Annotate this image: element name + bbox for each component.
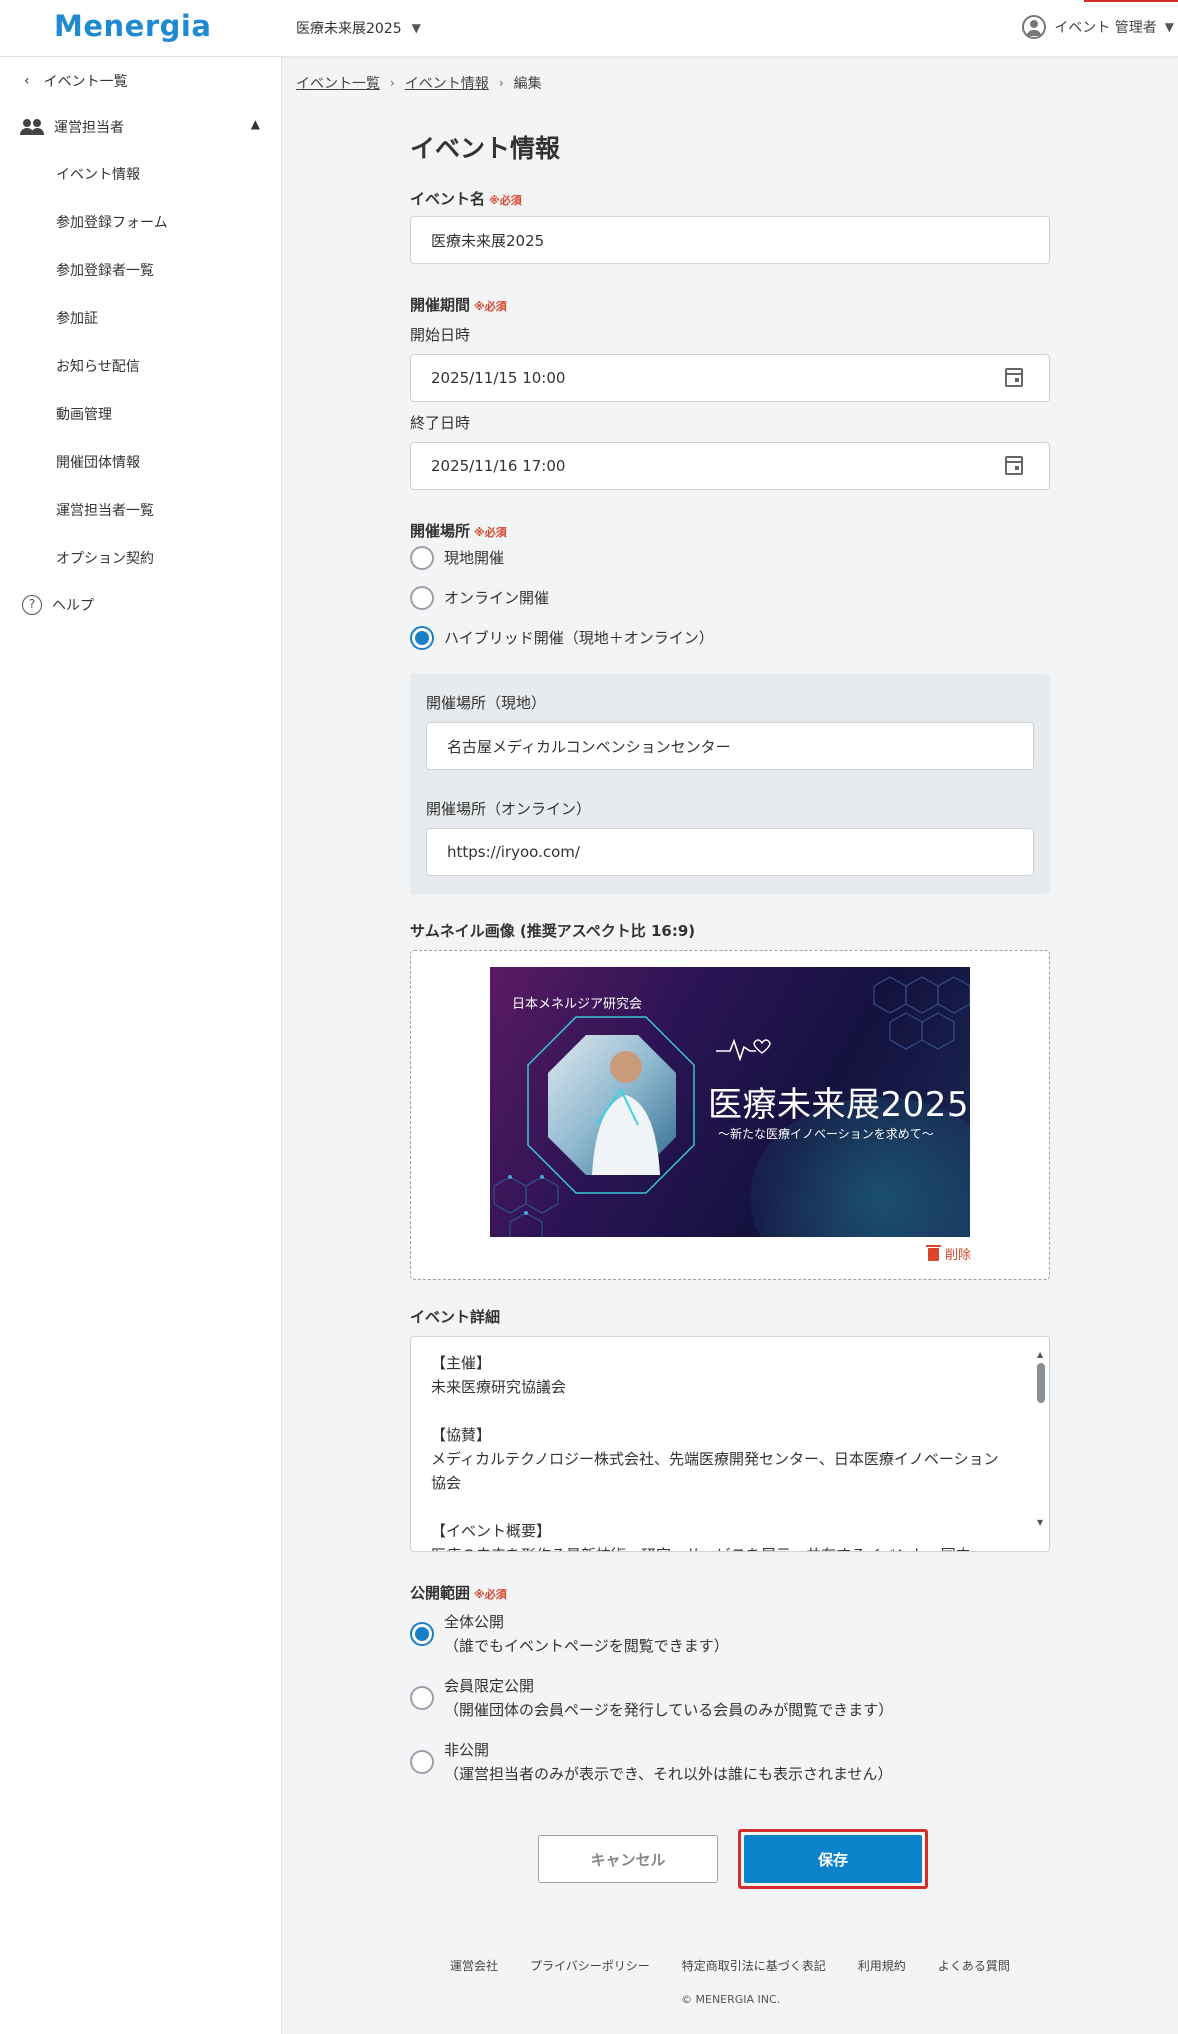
sidebar-item-registrants[interactable]: 参加登録者一覧 bbox=[56, 261, 168, 309]
delete-thumbnail-button[interactable]: 削除 bbox=[925, 1244, 971, 1263]
venue-label: 開催場所 ※必須 bbox=[410, 522, 507, 540]
sidebar-back-label: イベント一覧 bbox=[43, 74, 128, 90]
required-mark: ※必須 bbox=[474, 1588, 507, 1601]
event-name-label: イベント名 ※必須 bbox=[410, 190, 522, 208]
user-avatar-icon bbox=[1022, 15, 1047, 39]
sidebar-item-videos[interactable]: 動画管理 bbox=[56, 405, 168, 453]
required-mark: ※必須 bbox=[489, 194, 522, 207]
scroll-thumb[interactable] bbox=[1037, 1363, 1045, 1403]
sidebar-menu: イベント情報 参加登録フォーム 参加登録者一覧 参加証 お知らせ配信 動画管理 … bbox=[56, 165, 168, 597]
sidebar-item-pass[interactable]: 参加証 bbox=[56, 309, 168, 357]
help-icon: ? bbox=[22, 595, 42, 615]
sidebar-back-link[interactable]: ‹ イベント一覧 bbox=[24, 71, 128, 91]
footer-link-company[interactable]: 運営会社 bbox=[450, 1957, 498, 1974]
thumbnail-image: 日本メネルジア研究会 医療未来展2025 〜新たな医療イノベーションを求めて〜 bbox=[490, 967, 970, 1237]
chevron-right-icon: › bbox=[390, 76, 395, 90]
caret-down-icon: ▼ bbox=[1164, 20, 1174, 34]
visibility-option-private[interactable]: 非公開 （運営担当者のみが表示でき、それ以外は誰にも表示されません） bbox=[410, 1738, 893, 1786]
radio-button[interactable] bbox=[410, 586, 434, 610]
thumbnail-org: 日本メネルジア研究会 bbox=[512, 997, 643, 1012]
save-button-highlight: 保存 bbox=[738, 1829, 928, 1889]
user-name: イベント 管理者 bbox=[1054, 20, 1157, 36]
end-datetime-value: 2025/11/16 17:00 bbox=[431, 457, 566, 475]
event-selector[interactable]: 医療未来展2025 ▼ bbox=[296, 18, 421, 38]
sidebar: ‹ イベント一覧 運営担当者 ▲ イベント情報 参加登録フォーム 参加登録者一覧… bbox=[0, 57, 282, 2034]
copyright: © MENERGIA INC. bbox=[681, 1993, 781, 2006]
heartbeat-icon bbox=[716, 1038, 771, 1062]
start-datetime-label: 開始日時 bbox=[410, 326, 471, 344]
visibility-option-public[interactable]: 全体公開 （誰でもイベントページを閲覧できます） bbox=[410, 1610, 729, 1658]
breadcrumb-event-list[interactable]: イベント一覧 bbox=[296, 73, 380, 93]
venue-details-panel: 開催場所（現地） 名古屋メディカルコンベンションセンター 開催場所（オンライン）… bbox=[410, 674, 1050, 894]
caret-down-icon: ▼ bbox=[411, 21, 421, 35]
scroll-down-icon[interactable]: ▼ bbox=[1037, 1511, 1043, 1535]
sidebar-item-options[interactable]: オプション契約 bbox=[56, 549, 168, 597]
chevron-right-icon: › bbox=[498, 76, 504, 90]
sidebar-item-staff[interactable]: 運営担当者一覧 bbox=[56, 501, 168, 549]
sidebar-group-label: 運営担当者 bbox=[54, 120, 124, 136]
sidebar-help-link[interactable]: ? ヘルプ bbox=[22, 595, 94, 615]
radio-button-selected[interactable] bbox=[410, 1622, 434, 1646]
radio-button[interactable] bbox=[410, 1686, 434, 1710]
footer-links: 運営会社 プライバシーポリシー 特定商取引法に基づく表記 利用規約 よくある質問 bbox=[450, 1957, 1010, 1974]
venue-option-hybrid[interactable]: ハイブリッド開催（現地＋オンライン） bbox=[410, 626, 714, 650]
breadcrumb-event-info[interactable]: イベント情報 bbox=[405, 73, 489, 93]
doctor-photo-icon bbox=[527, 1016, 695, 1194]
sidebar-group-toggle[interactable]: 運営担当者 ▲ bbox=[20, 117, 260, 137]
people-icon bbox=[20, 119, 44, 135]
visibility-label: 公開範囲 ※必須 bbox=[410, 1584, 507, 1602]
venue-online-input[interactable]: https://iryoo.com/ bbox=[426, 828, 1034, 876]
period-label: 開催期間 ※必須 bbox=[410, 296, 507, 314]
event-selector-label: 医療未来展2025 bbox=[296, 21, 402, 37]
end-datetime-input[interactable]: 2025/11/16 17:00 bbox=[410, 442, 1050, 490]
chevron-left-icon: ‹ bbox=[24, 73, 30, 89]
end-datetime-label: 終了日時 bbox=[410, 414, 471, 432]
sidebar-help-label: ヘルプ bbox=[52, 598, 94, 614]
app-logo[interactable]: Menergia bbox=[54, 9, 211, 43]
footer-link-commerce[interactable]: 特定商取引法に基づく表記 bbox=[682, 1957, 826, 1974]
save-button[interactable]: 保存 bbox=[744, 1835, 922, 1883]
event-details-text: 【主催】 未来医療研究協議会 【協賛】 メディカルテクノロジー株式会社、先端医療… bbox=[431, 1354, 999, 1551]
start-datetime-value: 2025/11/15 10:00 bbox=[431, 369, 566, 387]
event-details-textarea[interactable]: 【主催】 未来医療研究協議会 【協賛】 メディカルテクノロジー株式会社、先端医療… bbox=[410, 1336, 1050, 1552]
radio-button-selected[interactable] bbox=[410, 626, 434, 650]
breadcrumb-current: 編集 bbox=[513, 76, 542, 92]
details-label: イベント詳細 bbox=[410, 1308, 501, 1326]
thumbnail-dropzone[interactable]: 日本メネルジア研究会 医療未来展2025 〜新たな医療イノベーションを求めて〜 bbox=[410, 950, 1050, 1280]
calendar-icon[interactable] bbox=[1005, 456, 1023, 475]
calendar-icon[interactable] bbox=[1005, 368, 1023, 387]
footer-link-terms[interactable]: 利用規約 bbox=[858, 1957, 906, 1974]
page-title: イベント情報 bbox=[410, 134, 561, 163]
venue-option-online[interactable]: オンライン開催 bbox=[410, 586, 549, 610]
event-name-input[interactable]: 医療未来展2025 bbox=[410, 216, 1050, 264]
footer-link-faq[interactable]: よくある質問 bbox=[938, 1957, 1010, 1974]
sidebar-item-event-info[interactable]: イベント情報 bbox=[56, 165, 168, 213]
header-accent-bar bbox=[1084, 0, 1178, 2]
caret-up-icon: ▲ bbox=[250, 117, 260, 131]
textarea-scrollbar[interactable]: ▲ ▼ bbox=[1035, 1341, 1047, 1547]
start-datetime-input[interactable]: 2025/11/15 10:00 bbox=[410, 354, 1050, 402]
sidebar-item-organizer[interactable]: 開催団体情報 bbox=[56, 453, 168, 501]
venue-onsite-label: 開催場所（現地） bbox=[426, 694, 547, 712]
venue-online-label: 開催場所（オンライン） bbox=[426, 800, 592, 818]
radio-button[interactable] bbox=[410, 546, 434, 570]
sidebar-item-registration-form[interactable]: 参加登録フォーム bbox=[56, 213, 168, 261]
user-menu[interactable]: イベント 管理者 ▼ bbox=[1022, 15, 1174, 39]
top-header: Menergia 医療未来展2025 ▼ イベント 管理者 ▼ bbox=[0, 0, 1178, 57]
thumbnail-title: 医療未来展2025 bbox=[708, 1085, 970, 1125]
venue-option-onsite[interactable]: 現地開催 bbox=[410, 546, 504, 570]
footer-link-privacy[interactable]: プライバシーポリシー bbox=[530, 1957, 650, 1974]
radio-button[interactable] bbox=[410, 1750, 434, 1774]
thumbnail-subtitle: 〜新たな医療イノベーションを求めて〜 bbox=[718, 1127, 934, 1141]
breadcrumb: イベント一覧 › イベント情報 › 編集 bbox=[296, 73, 542, 93]
venue-onsite-input[interactable]: 名古屋メディカルコンベンションセンター bbox=[426, 722, 1034, 770]
required-mark: ※必須 bbox=[474, 526, 507, 539]
required-mark: ※必須 bbox=[474, 300, 507, 313]
thumbnail-label: サムネイル画像 (推奨アスペクト比 16:9) bbox=[410, 922, 696, 940]
trash-icon bbox=[925, 1245, 941, 1261]
cancel-button[interactable]: キャンセル bbox=[538, 1835, 718, 1883]
sidebar-item-notifications[interactable]: お知らせ配信 bbox=[56, 357, 168, 405]
visibility-option-members[interactable]: 会員限定公開 （開催団体の会員ページを発行している会員のみが閲覧できます） bbox=[410, 1674, 893, 1722]
